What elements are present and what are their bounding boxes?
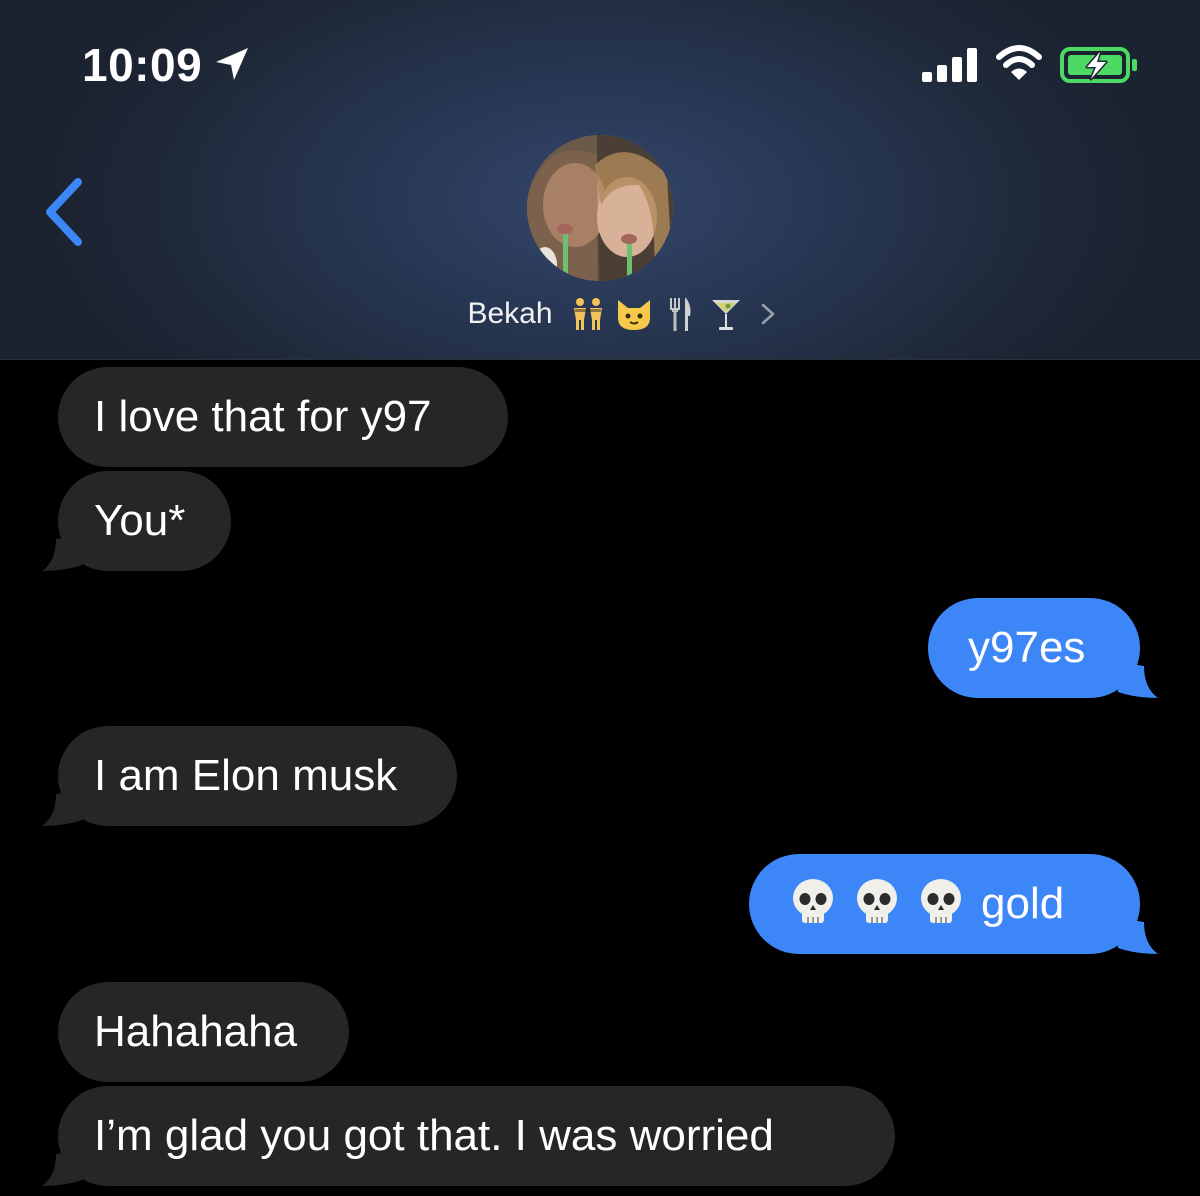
bubble-tail — [42, 1150, 82, 1186]
skull-emoji — [921, 879, 961, 924]
incoming-message[interactable]: Hahahaha — [58, 982, 349, 1082]
message-text: y97es — [968, 623, 1086, 672]
message-text: Hahahaha — [94, 1007, 298, 1056]
skull-emoji — [857, 879, 897, 924]
cat-face-emoji — [617, 300, 650, 330]
incoming-message[interactable]: I am Elon musk — [42, 726, 457, 826]
dancing-women-emoji — [573, 298, 602, 330]
incoming-message[interactable]: I love that for y97 — [58, 367, 508, 467]
chevron-right-icon — [761, 303, 774, 325]
message-text: gold — [981, 879, 1065, 928]
cellular-signal-icon — [922, 48, 977, 82]
cocktail-glass-emoji — [711, 300, 740, 330]
contact-avatar[interactable] — [527, 135, 673, 281]
conversation-header: 10:09 Bekah — [0, 0, 1200, 360]
incoming-message[interactable]: I’m glad you got that. I was worried — [42, 1086, 895, 1186]
bubble-tail — [42, 790, 82, 826]
incoming-message[interactable]: You* — [42, 471, 231, 571]
message-content: gold — [789, 879, 1064, 928]
contact-name: Bekah — [467, 297, 553, 330]
status-time: 10:09 — [82, 39, 203, 91]
message-text: I’m glad you got that. I was worried — [94, 1111, 774, 1160]
skull-emoji — [793, 879, 833, 924]
outgoing-message[interactable]: gold — [749, 854, 1158, 954]
avatar-photo — [527, 135, 673, 281]
fork-and-knife-emoji — [669, 298, 691, 331]
wifi-icon — [996, 45, 1042, 80]
back-button[interactable] — [38, 172, 98, 252]
bubble-tail — [1118, 918, 1158, 954]
message-text: I am Elon musk — [94, 751, 398, 800]
message-text: You* — [94, 496, 186, 545]
bubble-tail — [42, 535, 82, 571]
location-arrow-icon — [216, 48, 248, 80]
bubble-tail — [1118, 662, 1158, 698]
battery-charging-icon — [1060, 47, 1137, 83]
message-text: I love that for y97 — [94, 392, 432, 441]
outgoing-message[interactable]: y97es — [928, 598, 1158, 698]
contact-details-button[interactable]: Bekah — [0, 292, 1200, 336]
